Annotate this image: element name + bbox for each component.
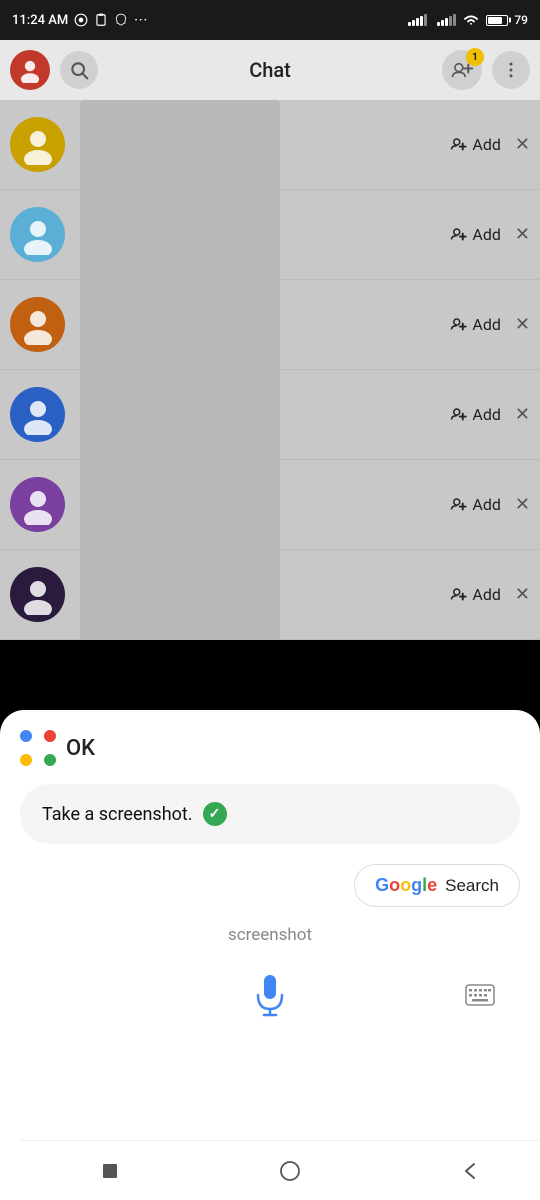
- add-button-2[interactable]: Add: [450, 225, 500, 244]
- battery-fill: [488, 17, 502, 24]
- dots-icon: ···: [134, 13, 148, 28]
- user-avatar-5: [10, 477, 65, 532]
- remove-button-6[interactable]: ✕: [515, 584, 530, 605]
- remove-button-5[interactable]: ✕: [515, 494, 530, 515]
- bottom-controls: [20, 967, 520, 1023]
- time-display: 11:24 AM: [12, 13, 68, 28]
- search-button-label: Search: [445, 876, 499, 896]
- signal-bars-2: [437, 14, 456, 26]
- ok-text: OK: [66, 736, 95, 761]
- transcript-text: screenshot: [20, 925, 520, 945]
- chat-actions-2: Add ✕: [450, 224, 530, 245]
- remove-button-1[interactable]: ✕: [515, 134, 530, 155]
- add-button-6[interactable]: Add: [450, 585, 500, 604]
- nav-bar: [20, 1140, 540, 1200]
- google-search-button[interactable]: Google Search: [354, 864, 520, 907]
- search-button-row: Google Search: [20, 864, 520, 907]
- stop-button[interactable]: [88, 1149, 132, 1193]
- chat-list: Add ✕ Add ✕ Add ✕: [0, 100, 540, 640]
- status-right: 79: [408, 13, 528, 27]
- chat-actions-4: Add ✕: [450, 404, 530, 425]
- clipboard-icon: [94, 13, 108, 27]
- remove-button-4[interactable]: ✕: [515, 404, 530, 425]
- remove-button-2[interactable]: ✕: [515, 224, 530, 245]
- remove-button-3[interactable]: ✕: [515, 314, 530, 335]
- home-button[interactable]: [268, 1149, 312, 1193]
- status-bar: 11:24 AM ··· 79: [0, 0, 540, 40]
- back-button[interactable]: [448, 1149, 492, 1193]
- snapchat-icon: [114, 13, 128, 27]
- google-dots-logo: [20, 730, 56, 766]
- dot-blue: [20, 730, 32, 742]
- add-button-4[interactable]: Add: [450, 405, 500, 424]
- more-options-button[interactable]: [492, 51, 530, 89]
- command-box: Take a screenshot.: [20, 784, 520, 844]
- status-left: 11:24 AM ···: [12, 13, 148, 28]
- user-avatar-6: [10, 567, 65, 622]
- self-avatar[interactable]: [10, 50, 50, 90]
- add-friend-button[interactable]: 1: [442, 50, 482, 90]
- keyboard-button[interactable]: [460, 975, 500, 1015]
- screen-record-icon: [74, 13, 88, 27]
- user-avatar-3: [10, 297, 65, 352]
- battery-percent: 79: [514, 13, 528, 27]
- assistant-header: OK: [20, 730, 520, 766]
- dot-yellow: [20, 754, 32, 766]
- add-button-3[interactable]: Add: [450, 315, 500, 334]
- mic-container: [80, 967, 460, 1023]
- user-avatar-2: [10, 207, 65, 262]
- g-logo: Google: [375, 875, 437, 896]
- battery-icon: [486, 15, 508, 26]
- chat-header: Chat 1: [0, 40, 540, 100]
- page-title: Chat: [108, 58, 432, 82]
- wifi-icon: [462, 13, 480, 27]
- add-button-1[interactable]: Add: [450, 135, 500, 154]
- user-avatar-4: [10, 387, 65, 442]
- signal-bars-1: [408, 14, 427, 26]
- content-overlay: [80, 100, 280, 640]
- mic-button[interactable]: [242, 967, 298, 1023]
- chat-actions-3: Add ✕: [450, 314, 530, 335]
- chat-actions-1: Add ✕: [450, 134, 530, 155]
- dot-red: [44, 730, 56, 742]
- search-button[interactable]: [60, 51, 98, 89]
- add-button-5[interactable]: Add: [450, 495, 500, 514]
- notification-badge: 1: [466, 48, 484, 66]
- check-icon: [203, 802, 227, 826]
- chat-actions-5: Add ✕: [450, 494, 530, 515]
- user-avatar-1: [10, 117, 65, 172]
- command-text: Take a screenshot.: [42, 804, 193, 825]
- chat-actions-6: Add ✕: [450, 584, 530, 605]
- assistant-overlay: OK Take a screenshot. Google Search scre…: [0, 710, 540, 1200]
- dot-green: [44, 754, 56, 766]
